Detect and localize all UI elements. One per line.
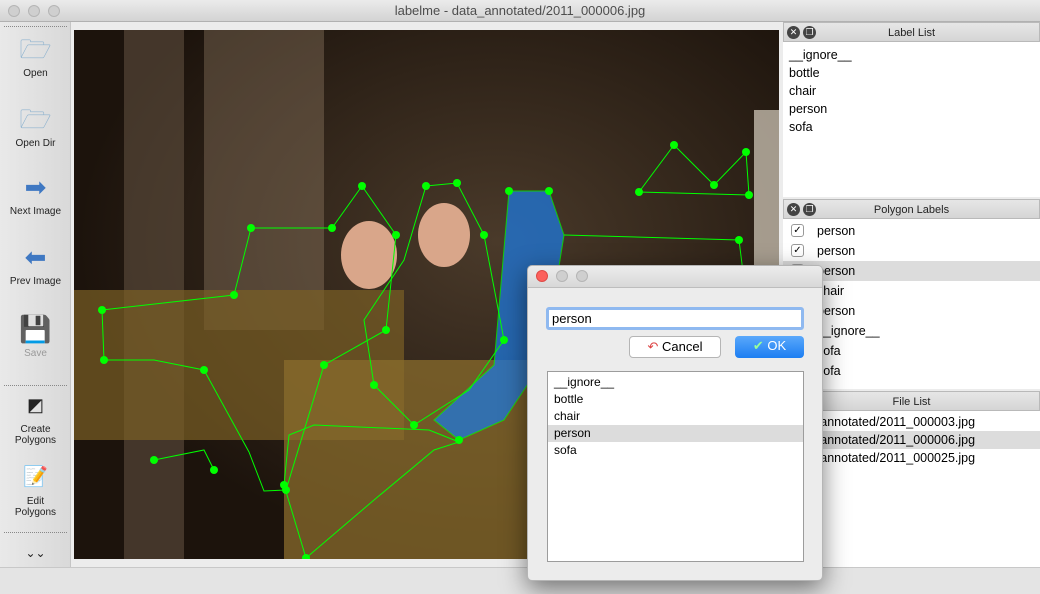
status-bar [0,567,1040,594]
float-dock-icon[interactable]: ❐ [803,203,816,216]
save-button[interactable]: 💾 Save [0,314,71,359]
toolbar: 🗁 Open 🗁 Open Dir ➡ Next Image ⬅ Prev Image … [0,22,71,567]
more-tools-chevron-icon[interactable]: ⌄⌄ [0,546,71,560]
label-input[interactable]: person [546,307,804,330]
edit-polygons-label: Edit Polygons [14,496,57,518]
cancel-label: Cancel [662,339,703,354]
dialog-minimize-button [556,270,568,282]
float-dock-icon[interactable]: ❐ [803,26,816,39]
save-label: Save [24,348,47,359]
dialog-label-item[interactable]: sofa [548,442,803,459]
create-polygons-label: Create Polygons [14,424,57,446]
dialog-label-item[interactable]: __ignore__ [548,374,803,391]
edit-polygons-button[interactable]: 📝 Edit Polygons [0,462,71,518]
label-list-item[interactable]: person [783,100,1040,118]
label-list-item-text: sofa [789,120,813,134]
zoom-window-button[interactable] [48,5,60,17]
open-dir-label: Open Dir [15,138,56,149]
label-list-title: Label List [887,27,936,39]
close-window-button[interactable] [8,5,20,17]
ok-button[interactable]: ✔ OK [735,336,804,358]
close-dock-icon[interactable]: ✕ [787,26,800,39]
dialog-label-item[interactable]: bottle [548,391,803,408]
label-list-item[interactable]: __ignore__ [783,46,1040,64]
window-titlebar: labelme - data_annotated/2011_000006.jpg [0,0,1040,22]
dialog-zoom-button [576,270,588,282]
dialog-label-item-text: person [554,426,591,440]
file-list-title: File List [892,396,931,408]
open-button[interactable]: 🗁 Open [0,34,71,79]
checkbox[interactable]: ✓ [791,224,804,237]
dialog-label-list[interactable]: __ignore__bottle chair person sofa [547,371,804,562]
checkbox[interactable]: ✓ [791,244,804,257]
dialog-label-item-text: sofa [554,443,577,457]
next-image-label: Next Image [9,206,62,217]
dialog-label-item[interactable]: person [548,425,803,442]
undo-icon: ↶ [647,339,659,354]
dialog-close-button[interactable] [536,270,548,282]
polygon-label-item-text: person [817,224,856,238]
open-dir-button[interactable]: 🗁 Open Dir [0,104,71,149]
floppy-disk-icon: 💾 [19,314,52,344]
polygon-label-item-text: person [817,244,856,258]
label-list-item-text: chair [789,84,817,98]
label-list-item-text: person [789,102,828,116]
polygon-label-item[interactable]: ✓ person [783,241,1040,261]
label-list-item-text: bottle [789,66,820,80]
create-polygons-button[interactable]: ◩ Create Polygons [0,390,71,446]
ok-label: OK [767,338,787,353]
label-list-item-text: __ignore__ [789,48,852,62]
dialog-label-item-text: chair [554,409,581,423]
dialog-label-item-text: __ignore__ [554,375,615,389]
label-list-dock: ✕ ❐ Label List __ignore__bottle chair person… [783,22,1040,197]
folder-open-icon: 🗁 [19,34,52,64]
prev-image-button[interactable]: ⬅ Prev Image [0,242,71,287]
dialog-label-item[interactable]: chair [548,408,803,425]
edit-icon: 📝 [23,466,48,488]
minimize-window-button[interactable] [28,5,40,17]
cancel-button[interactable]: ↶ Cancel [629,336,721,358]
arrow-right-icon: ➡ [24,172,47,202]
folder-open-icon: 🗁 [19,104,52,134]
label-list-item[interactable]: sofa [783,118,1040,136]
open-label: Open [23,68,48,79]
next-image-button[interactable]: ➡ Next Image [0,172,71,217]
check-icon: ✔ [752,338,764,353]
prev-image-label: Prev Image [9,276,62,287]
polygon-label-item[interactable]: ✓ person [783,221,1040,241]
close-dock-icon[interactable]: ✕ [787,203,800,216]
polygon-labels-title: Polygon Labels [873,204,950,216]
window-title: labelme - data_annotated/2011_000006.jpg [394,3,646,18]
dialog-label-item-text: bottle [554,392,584,406]
create-polygon-icon: ◩ [26,395,44,415]
polygon-label-item-text: __ignore__ [817,324,880,338]
label-list-item[interactable]: chair [783,82,1040,100]
label-dialog: person ↶ Cancel ✔ OK __ignore__bottle cha… [527,265,823,581]
arrow-left-icon: ⬅ [24,242,47,272]
label-list-item[interactable]: bottle [783,64,1040,82]
